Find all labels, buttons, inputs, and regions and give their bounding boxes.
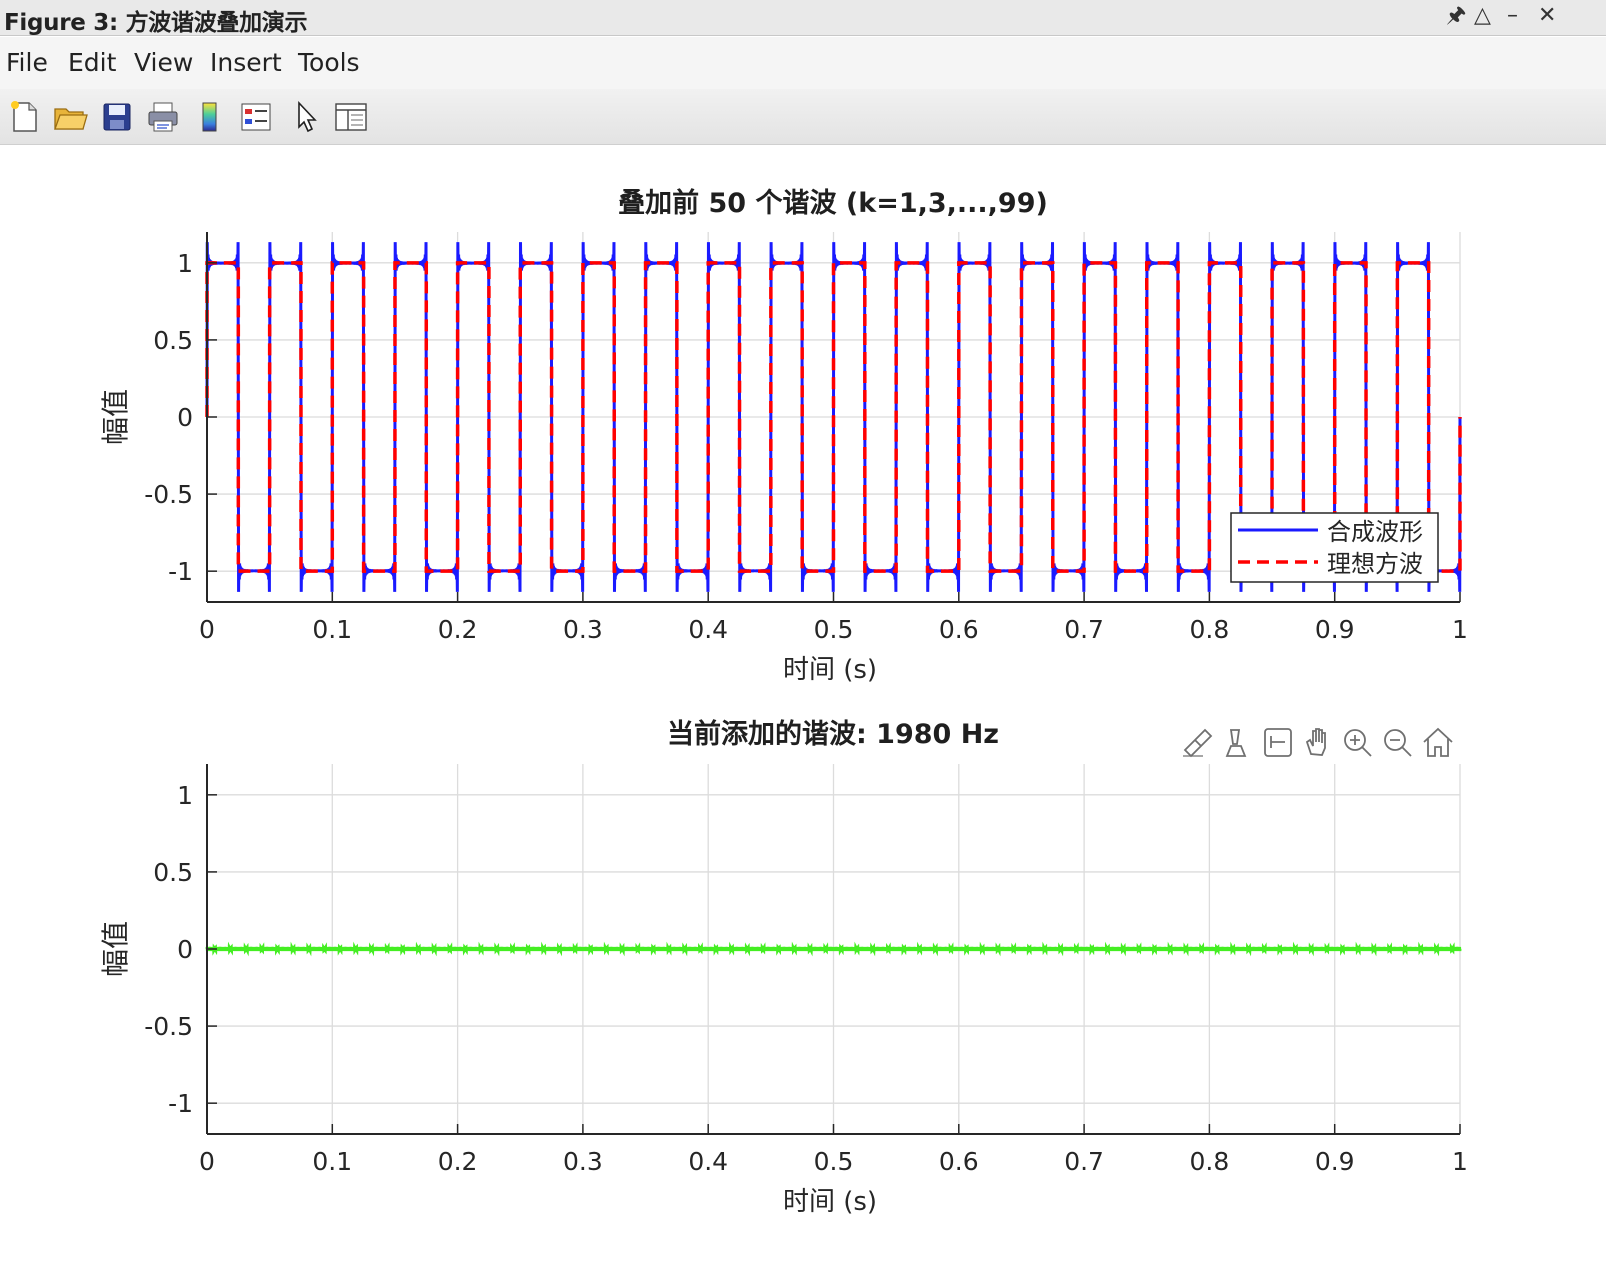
figure-canvas: 叠加前 50 个谐波 (k=1,3,...,99) -1-0.500.51 00… <box>99 187 1468 1217</box>
x-tick-label: 0.6 <box>939 1147 979 1176</box>
pin-icon[interactable]: 🖈 <box>1446 2 1466 30</box>
save-icon[interactable] <box>99 99 135 135</box>
colorbar-icon[interactable] <box>192 99 228 135</box>
y-tick-label: 0.5 <box>153 858 193 887</box>
y-tick-label: 0.5 <box>153 326 193 355</box>
close-icon[interactable]: ✕ <box>1538 2 1556 30</box>
legend-synth-label: 合成波形 <box>1327 518 1423 546</box>
x-tick-label: 0.1 <box>312 1147 352 1176</box>
window-title-bar: Figure 3: 方波谐波叠加演示 🖈 △ – ✕ <box>0 0 1606 36</box>
bottom-axes-ylabel: 幅值 <box>99 921 132 977</box>
x-tick-label: 0 <box>199 615 215 644</box>
x-tick-label: 0.2 <box>438 615 478 644</box>
bottom-axes[interactable]: 当前添加的谐波: 1980 Hz -1-0.500.51 0 0.1 0.2 0.3 0… <box>99 718 1468 1217</box>
top-axes[interactable]: 叠加前 50 个谐波 (k=1,3,...,99) -1-0.500.51 00… <box>99 187 1468 685</box>
data-tips-icon[interactable] <box>1225 729 1247 757</box>
x-tick-label: 0.6 <box>939 615 979 644</box>
pan-icon[interactable] <box>1305 728 1326 756</box>
y-tick-label: 0 <box>177 935 193 964</box>
rotate-icon[interactable] <box>1264 728 1292 757</box>
open-file-icon[interactable] <box>52 99 88 135</box>
axes-toolbar <box>1183 727 1453 758</box>
x-tick-label: 1 <box>1452 615 1468 644</box>
x-tick-label: 0.3 <box>563 615 603 644</box>
menu-insert[interactable]: Insert <box>210 48 282 77</box>
bottom-axes-title: 当前添加的谐波: 1980 Hz <box>667 718 999 750</box>
print-icon[interactable] <box>145 99 181 135</box>
x-tick-label: 0.9 <box>1315 1147 1355 1176</box>
x-tick-label: 0.2 <box>438 1147 478 1176</box>
legend-icon[interactable] <box>238 99 274 135</box>
y-tick-label: 1 <box>177 249 193 278</box>
x-tick-label: 0.7 <box>1064 1147 1104 1176</box>
x-tick-label: 0.3 <box>563 1147 603 1176</box>
x-tick-label: 0.7 <box>1064 615 1104 644</box>
x-tick-label: 0.4 <box>688 615 728 644</box>
x-tick-label: 0.4 <box>688 1147 728 1176</box>
y-tick-label: -1 <box>168 1089 193 1118</box>
figure-toolbar <box>0 89 1606 145</box>
x-tick-label: 1 <box>1452 1147 1468 1176</box>
y-tick-label: -1 <box>168 557 193 586</box>
bottom-axes-x-ticks: 0 0.1 0.2 0.3 0.4 0.5 0.6 0.7 0.8 0.9 1 <box>199 1147 1468 1176</box>
minimize-icon[interactable]: – <box>1507 2 1518 30</box>
legend[interactable]: 合成波形 理想方波 <box>1230 512 1439 583</box>
top-axes-x-ticks: 0 0.1 0.2 0.3 0.4 0.5 0.6 0.7 0.8 0.9 1 <box>199 615 1468 644</box>
x-tick-label: 0.8 <box>1190 615 1230 644</box>
top-axes-ylabel: 幅值 <box>99 389 132 445</box>
bottom-axes-y-ticks: -1 -0.5 0 0.5 1 <box>144 781 193 1118</box>
property-inspector-icon[interactable] <box>333 99 369 135</box>
menu-edit[interactable]: Edit <box>68 48 116 77</box>
y-tick-label: -0.5 <box>144 1012 193 1041</box>
menu-bar: File Edit View Insert Tools <box>0 37 1606 89</box>
top-axes-title: 叠加前 50 个谐波 (k=1,3,...,99) <box>618 187 1048 219</box>
x-tick-label: 0.5 <box>814 1147 854 1176</box>
series-harmonic-line <box>205 941 1462 957</box>
menu-tools[interactable]: Tools <box>298 48 360 77</box>
brush-icon[interactable] <box>1183 728 1213 758</box>
home-icon[interactable] <box>1423 727 1453 757</box>
menu-view[interactable]: View <box>134 48 193 77</box>
x-tick-label: 0.1 <box>312 615 352 644</box>
bottom-axes-xlabel: 时间 (s) <box>783 1187 877 1217</box>
x-tick-label: 0 <box>199 1147 215 1176</box>
x-tick-label: 0.8 <box>1190 1147 1230 1176</box>
undock-icon[interactable]: △ <box>1474 2 1491 30</box>
top-axes-xlabel: 时间 (s) <box>783 655 877 685</box>
window-title: Figure 3: 方波谐波叠加演示 <box>4 10 308 36</box>
zoom-in-icon[interactable] <box>1344 729 1372 757</box>
zoom-out-icon[interactable] <box>1384 729 1412 757</box>
y-tick-label: -0.5 <box>144 480 193 509</box>
x-tick-label: 0.9 <box>1315 615 1355 644</box>
y-tick-label: 1 <box>177 781 193 810</box>
new-figure-icon[interactable] <box>6 99 42 135</box>
menu-file[interactable]: File <box>6 48 48 77</box>
y-tick-label: 0 <box>177 403 193 432</box>
x-tick-label: 0.5 <box>814 615 854 644</box>
pointer-icon[interactable] <box>287 99 323 135</box>
top-axes-y-ticks: -1 -0.5 0 0.5 1 <box>144 249 193 586</box>
legend-ideal-label: 理想方波 <box>1327 550 1423 578</box>
